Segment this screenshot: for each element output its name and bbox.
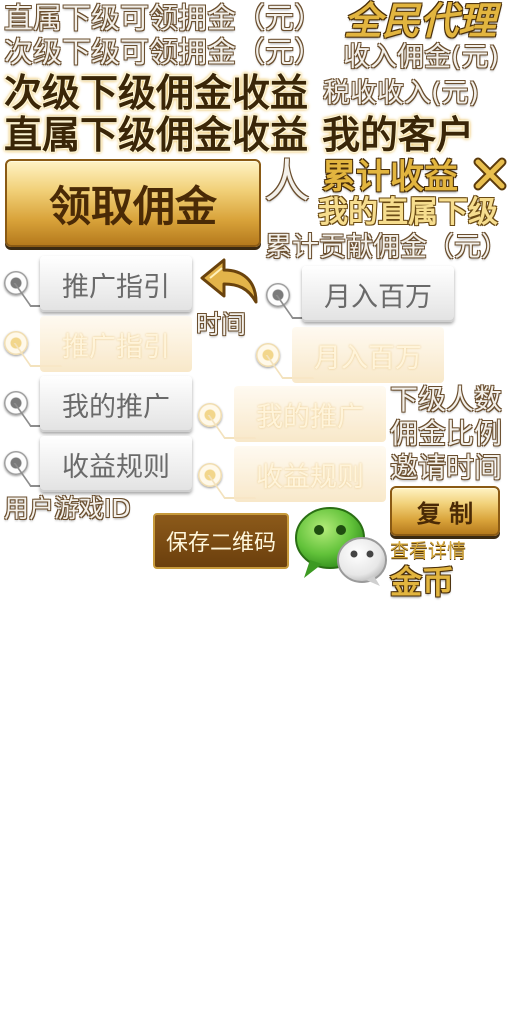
cumulative-income-label: 累计收益 — [322, 157, 458, 197]
save-qr-button[interactable]: 保存二维码 — [153, 513, 289, 569]
tab-promo-guide-active[interactable]: 推广指引 — [40, 316, 192, 372]
my-direct-label: 我的直属下级 — [318, 195, 498, 230]
all-agent-title: 全民代理 — [344, 0, 497, 43]
claim-commission-button[interactable]: 领取佣金 — [5, 159, 261, 247]
gold-coin-label: 金币 — [390, 563, 455, 601]
commission-ratio-label: 佣金比例 — [390, 417, 503, 450]
time-label: 时间 — [196, 310, 247, 339]
back-arrow-icon[interactable] — [198, 256, 260, 306]
tab-promo-guide[interactable]: 推广指引 — [40, 256, 192, 312]
close-icon[interactable] — [472, 156, 508, 192]
tab-income-rules-active[interactable]: 收益规则 — [234, 446, 386, 502]
copy-button[interactable]: 复 制 — [390, 486, 500, 536]
subordinate-count-label: 下级人数 — [390, 383, 503, 416]
cumulative-contribution-label: 累计贡献佣金（元） — [265, 232, 508, 263]
direct-commission-income-label: 直属下级佣金收益 — [4, 113, 309, 157]
tab-my-promo-active[interactable]: 我的推广 — [234, 386, 386, 442]
tab-income-rules[interactable]: 收益规则 — [40, 436, 192, 492]
my-customers-label: 我的客户 — [322, 113, 475, 157]
person-unit-label: 人 — [264, 154, 310, 208]
tab-monthly-million[interactable]: 月入百万 — [302, 266, 454, 322]
tab-monthly-million-active[interactable]: 月入百万 — [292, 327, 444, 383]
tax-income-label: 税收收入(元) — [323, 78, 480, 109]
secondary-commission-income-label: 次级下级佣金收益 — [4, 71, 309, 115]
direct-claimable-label: 直属下级可领拥金（元） — [4, 1, 324, 35]
tab-my-promo[interactable]: 我的推广 — [40, 376, 192, 432]
invite-time-label: 邀请时间 — [390, 451, 503, 484]
view-details-link[interactable]: 查看详情 — [390, 542, 466, 561]
user-game-id-label: 用户游戏ID — [4, 494, 131, 523]
income-commission-label: 收入佣金(元) — [343, 42, 500, 73]
wechat-icon[interactable] — [292, 504, 388, 588]
secondary-claimable-label: 次级下级可领拥金（元） — [4, 35, 324, 69]
